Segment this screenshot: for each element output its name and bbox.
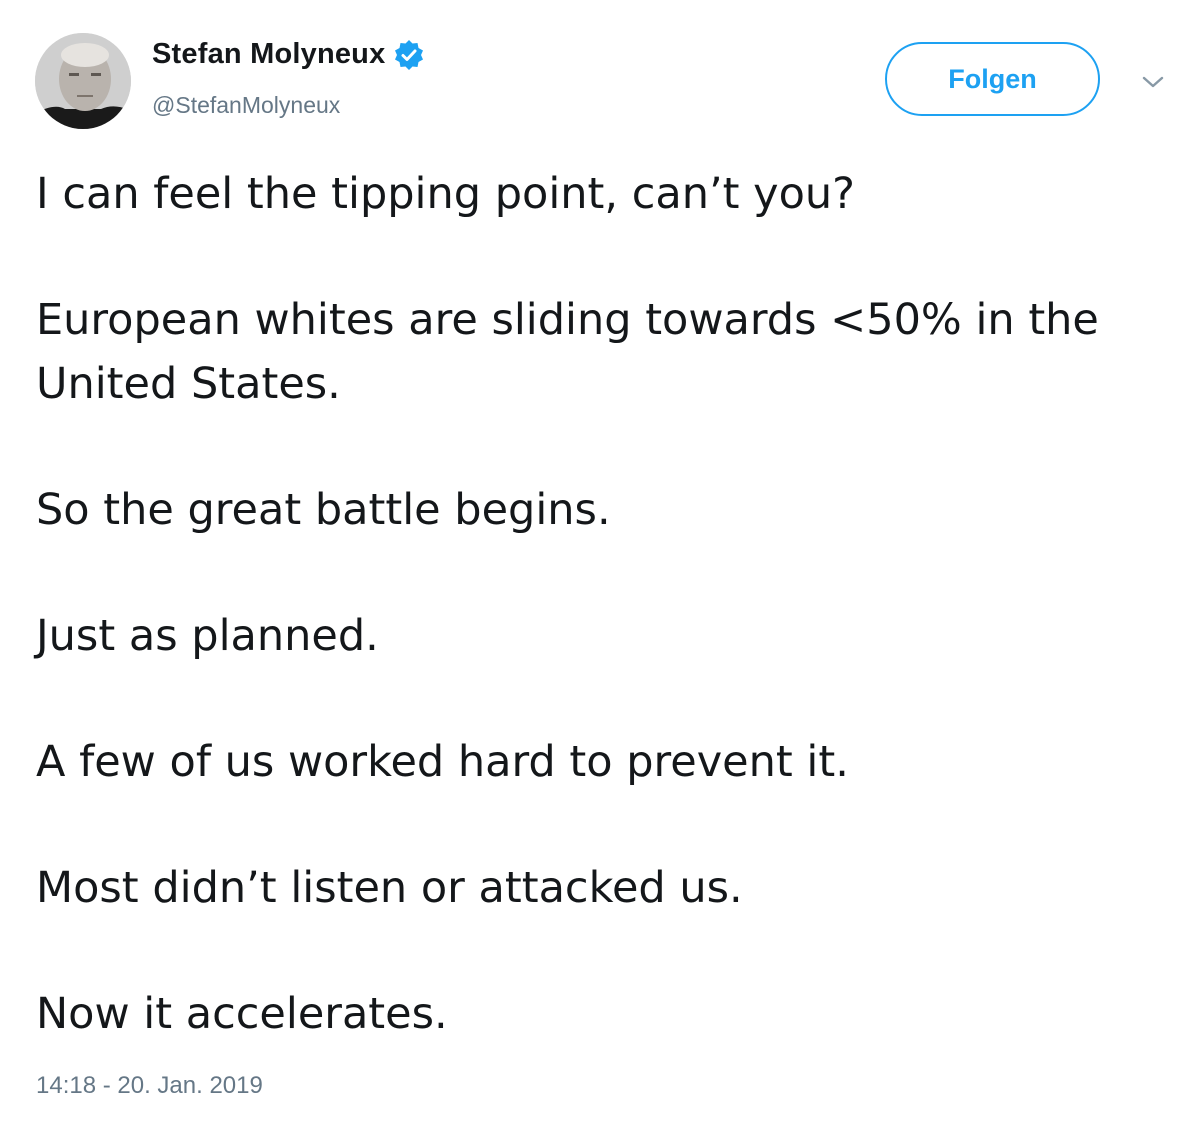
verified-badge-icon — [393, 39, 425, 71]
display-name[interactable]: Stefan Molyneux — [152, 38, 385, 71]
avatar[interactable] — [35, 33, 131, 129]
follow-button[interactable]: Folgen — [885, 42, 1100, 116]
tweet-timestamp[interactable]: 14:18 - 20. Jan. 2019 — [36, 1072, 263, 1100]
tweet-paragraph: A few of us worked hard to prevent it. — [36, 737, 849, 787]
tweet-paragraph: Now it accelerates. — [36, 989, 448, 1039]
tweet-paragraph: Just as planned. — [36, 611, 379, 661]
user-handle[interactable]: @StefanMolyneux — [152, 92, 340, 119]
tweet-paragraph: European whites are sliding towards <50%… — [36, 295, 1099, 409]
chevron-down-icon[interactable] — [1140, 72, 1166, 92]
name-row: Stefan Molyneux — [152, 38, 425, 71]
tweet-paragraph: Most didn’t listen or attacked us. — [36, 863, 743, 913]
tweet-paragraph: So the great battle begins. — [36, 485, 611, 535]
tweet-card: Stefan Molyneux @StefanMolyneux Folgen I… — [0, 0, 1200, 1126]
tweet-text: I can feel the tipping point, can’t you?… — [36, 162, 1166, 1046]
avatar-image — [35, 33, 131, 129]
tweet-paragraph: I can feel the tipping point, can’t you? — [36, 169, 855, 219]
